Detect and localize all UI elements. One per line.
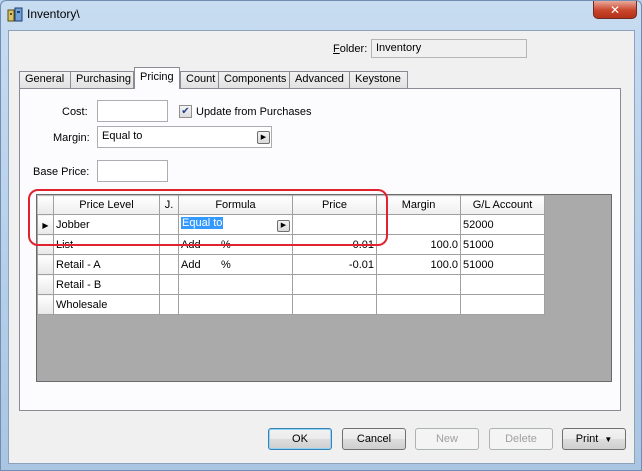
grid-header-row: Price Level J. Formula Price Margin G/L … [37,195,545,215]
price-level-grid[interactable]: Price Level J. Formula Price Margin G/L … [36,194,612,382]
formula-selected-value[interactable]: Equal to [181,217,224,229]
cell-j[interactable] [159,274,179,295]
print-button-label: Print [575,432,599,445]
cell-margin[interactable] [376,274,461,295]
tab-general[interactable]: General [19,71,71,88]
margin-field[interactable]: Equal to [97,126,272,148]
cell-formula[interactable]: Add% [178,254,293,275]
cell-formula[interactable]: Add% [178,234,293,255]
row-header[interactable] [37,294,54,315]
checkmark-icon: ✔ [181,106,190,117]
cell-j[interactable] [159,254,179,275]
update-from-purchases-label: Update from Purchases [196,106,312,118]
column-header-j[interactable]: J. [159,195,179,215]
cell-gl-account[interactable] [460,294,545,315]
cell-j[interactable] [159,294,179,315]
inventory-app-icon [7,7,23,22]
column-header-price-level[interactable]: Price Level [53,195,160,215]
pricing-tab-panel: Cost: ✔ Update from Purchases Margin: Eq… [19,88,621,411]
cell-margin[interactable] [376,214,461,235]
delete-button[interactable]: Delete [489,428,553,450]
cell-price[interactable] [292,274,377,295]
dialog-client-area: Folder: Inventory General Purchasing Pri… [8,30,635,464]
window-title: Inventory\ [27,7,80,21]
cell-price[interactable] [292,294,377,315]
row-header[interactable] [37,234,54,255]
close-icon: ✕ [609,2,621,17]
margin-picker-button[interactable]: ▶ [257,131,270,144]
base-price-input[interactable] [97,160,168,182]
cell-formula[interactable] [178,274,293,295]
table-row[interactable]: List Add% -0.01 100.0 51000 [37,234,545,255]
print-button[interactable]: Print ▼ [562,428,626,450]
cell-j[interactable] [159,214,179,235]
cell-price[interactable] [292,214,377,235]
cell-margin[interactable]: 100.0 [376,254,461,275]
cell-price[interactable]: -0.01 [292,254,377,275]
cancel-button[interactable]: Cancel [342,428,406,450]
cell-price-level[interactable]: Retail - B [53,274,160,295]
cost-input[interactable] [97,100,168,122]
cell-formula[interactable]: Equal to ▶ [178,214,293,235]
table-row[interactable]: Retail - A Add% -0.01 100.0 51000 [37,254,545,275]
tab-purchasing[interactable]: Purchasing [70,71,134,88]
row-header[interactable] [37,254,54,275]
new-button[interactable]: New [415,428,479,450]
update-from-purchases-checkbox[interactable]: ✔ [179,105,192,118]
base-price-label: Base Price: [33,166,90,178]
cell-price-level[interactable]: List [53,234,160,255]
close-button[interactable]: ✕ [593,1,637,19]
inventory-window: Inventory\ ✕ Folder: Inventory General P… [0,0,642,471]
column-header-margin[interactable]: Margin [376,195,461,215]
table-row[interactable]: Retail - B [37,274,545,295]
tab-pricing[interactable]: Pricing [134,67,180,89]
margin-label: Margin: [53,132,90,144]
tab-count[interactable]: Count [180,71,219,88]
cell-margin[interactable]: 100.0 [376,234,461,255]
cell-price[interactable]: -0.01 [292,234,377,255]
cell-j[interactable] [159,234,179,255]
tab-advanced[interactable]: Advanced [289,71,350,88]
cell-gl-account[interactable]: 52000 [460,214,545,235]
table-row[interactable]: Wholesale [37,294,545,315]
cell-price-level[interactable]: Retail - A [53,254,160,275]
folder-label: Folder: [333,43,368,55]
dropdown-arrow-icon: ▼ [604,434,613,444]
title-bar[interactable]: Inventory\ ✕ [1,1,641,27]
cost-label: Cost: [62,106,88,118]
table-row[interactable]: ▶ Jobber Equal to ▶ 52000 [37,214,545,235]
cell-gl-account[interactable]: 51000 [460,234,545,255]
cell-formula[interactable] [178,294,293,315]
triangle-right-icon: ▶ [260,134,267,141]
row-header-corner [37,195,54,215]
ok-button[interactable]: OK [268,428,332,450]
column-header-formula[interactable]: Formula [178,195,293,215]
column-header-gl-account[interactable]: G/L Account [460,195,545,215]
row-header[interactable] [37,274,54,295]
folder-field[interactable]: Inventory [371,39,527,58]
cell-price-level[interactable]: Jobber [53,214,160,235]
triangle-right-icon: ▶ [42,220,49,230]
formula-picker-button[interactable]: ▶ [277,220,290,232]
cell-price-level[interactable]: Wholesale [53,294,160,315]
cell-gl-account[interactable] [460,274,545,295]
cell-gl-account[interactable]: 51000 [460,254,545,275]
current-row-indicator[interactable]: ▶ [37,214,54,235]
tab-keystone[interactable]: Keystone [349,71,408,88]
triangle-right-icon: ▶ [280,222,287,229]
cell-margin[interactable] [376,294,461,315]
column-header-price[interactable]: Price [292,195,377,215]
tab-components[interactable]: Components [218,71,290,88]
